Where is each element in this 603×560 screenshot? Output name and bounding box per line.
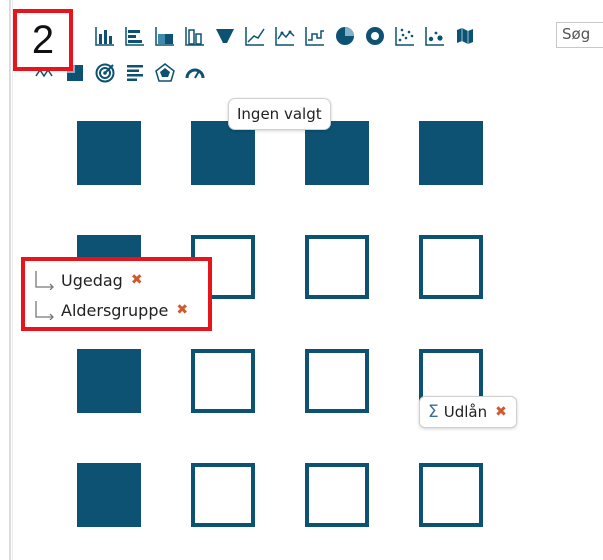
selection-tooltip: Ingen valgt — [228, 98, 331, 130]
funnel-icon[interactable] — [210, 23, 240, 49]
sum-icon: Σ — [428, 402, 439, 422]
target-icon[interactable] — [90, 60, 120, 86]
step-badge: 2 — [13, 9, 73, 71]
panel-border — [9, 0, 11, 560]
dimension-pill-ugedag[interactable]: Ugedag ✖ — [33, 270, 143, 290]
grid-cell — [77, 349, 141, 413]
dimension-label: Ugedag — [61, 270, 123, 290]
measure-label: Udlån — [443, 403, 488, 421]
grid-cell — [305, 463, 369, 527]
remove-dimension-icon[interactable]: ✖ — [176, 302, 188, 318]
search-input[interactable]: Søg — [556, 22, 603, 48]
step-line-icon[interactable] — [300, 23, 330, 49]
grid-cell — [191, 349, 255, 413]
dimension-list-highlight: Ugedag ✖ Aldersgruppe ✖ — [21, 257, 212, 331]
horizontal-bar-icon[interactable] — [120, 23, 150, 49]
grid-cell — [77, 121, 141, 185]
remove-measure-icon[interactable]: ✖ — [495, 404, 507, 420]
dimension-pill-aldersgruppe[interactable]: Aldersgruppe ✖ — [33, 300, 188, 320]
stacked-column-icon[interactable] — [180, 23, 210, 49]
chart-type-toolbar-row-1 — [90, 22, 480, 50]
scatter-plot-icon[interactable] — [390, 23, 420, 49]
grid-cell — [419, 463, 483, 527]
area-line-icon[interactable] — [270, 23, 300, 49]
remove-dimension-icon[interactable]: ✖ — [131, 272, 143, 288]
grid-cell — [305, 121, 369, 185]
grid-cell — [419, 235, 483, 299]
tooltip-text: Ingen valgt — [237, 105, 322, 123]
grid-cell — [305, 235, 369, 299]
list-icon[interactable] — [120, 60, 150, 86]
donut-chart-icon[interactable] — [360, 23, 390, 49]
grid-cell — [305, 349, 369, 413]
bubble-plot-icon[interactable] — [420, 23, 450, 49]
line-chart-icon[interactable] — [240, 23, 270, 49]
measure-pill-udlan[interactable]: Σ Udlån ✖ — [419, 396, 517, 428]
grid-cell — [77, 463, 141, 527]
bar-chart-icon[interactable] — [90, 23, 120, 49]
dimension-axis-icon — [35, 271, 54, 290]
pie-chart-icon[interactable] — [330, 23, 360, 49]
panel-border-inner — [12, 0, 13, 560]
gauge-icon[interactable] — [180, 60, 210, 86]
stacked-bar-icon[interactable] — [150, 23, 180, 49]
grid-cell — [419, 121, 483, 185]
dimension-axis-icon — [35, 301, 54, 320]
dimension-label: Aldersgruppe — [61, 300, 169, 320]
grid-cell — [191, 121, 255, 185]
radar-icon[interactable] — [150, 60, 180, 86]
map-icon[interactable] — [450, 23, 480, 49]
grid-cell — [191, 463, 255, 527]
